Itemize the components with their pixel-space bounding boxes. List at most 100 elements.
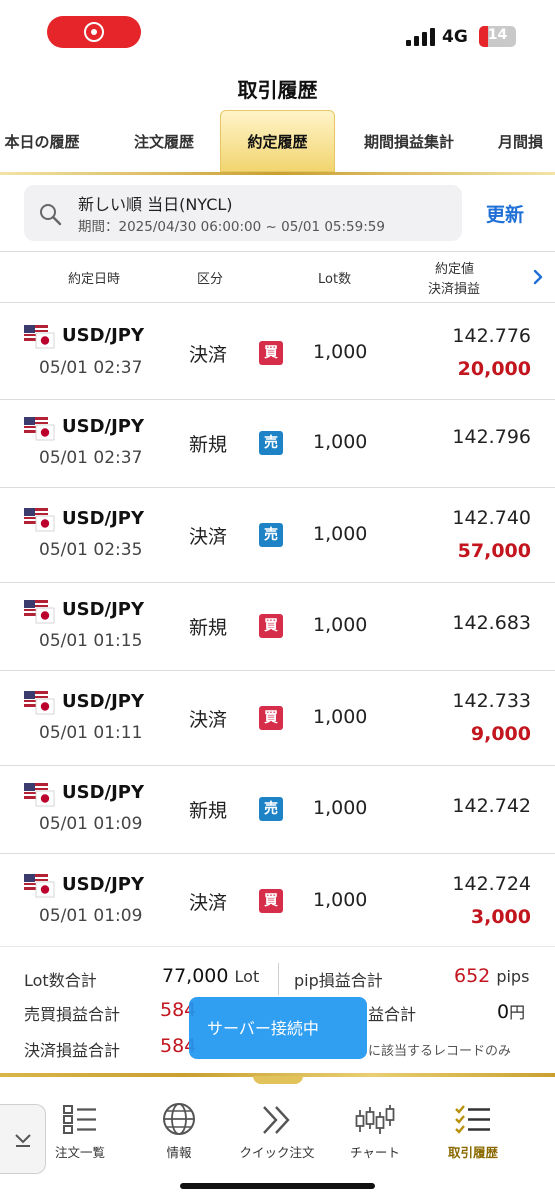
header-datetime: 約定日時 [68,272,121,287]
table-row[interactable]: USD/JPY 05/01 01:15 新規 買 1,000 142.683 [0,583,555,671]
trade-kind: 決済 [189,709,228,731]
nav-label: チャート [350,1145,400,1160]
execution-list: USD/JPY 05/01 02:37 決済 買 1,000 142.776 2… [0,303,555,944]
currency-pair: USD/JPY [62,599,145,620]
currency-pair: USD/JPY [62,782,145,803]
currency-pair: USD/JPY [62,416,145,437]
trade-kind: 新規 [189,434,228,456]
page-title: 取引履歴 [237,78,318,102]
nav-quick-order[interactable]: クイック注文 [229,1104,325,1166]
side-badge: 買 [259,341,283,365]
trade-kind: 決済 [189,892,228,914]
table-row[interactable]: USD/JPY 05/01 01:09 新規 売 1,000 142.742 [0,766,555,854]
currency-pair: USD/JPY [62,325,145,346]
refresh-button[interactable]: 更新 [486,200,524,227]
divider [0,251,555,252]
usd-jpy-flag-icon [24,508,55,532]
table-row[interactable]: USD/JPY 05/01 01:09 決済 買 1,000 142.724 3… [0,854,555,944]
lot-amount: 1,000 [313,341,368,363]
nav-order-list[interactable]: 注文一覧 [32,1104,128,1166]
table-row[interactable]: USD/JPY 05/01 02:37 新規 売 1,000 142.796 [0,400,555,488]
lot-amount: 1,000 [313,431,368,453]
nav-chart[interactable]: チャート [327,1104,423,1166]
execution-time: 05/01 01:15 [39,631,143,651]
pip-total-value: 652 pips [454,965,530,987]
screen-recording-indicator[interactable] [47,16,141,48]
tab-today-history[interactable]: 本日の履歴 [0,110,88,172]
side-badge: 買 [259,706,283,730]
status-bar: 4G 14 [0,0,555,62]
execution-price: 142.776 [452,325,531,347]
swap-total-value: 0円 [497,1001,526,1023]
side-badge: 売 [259,523,283,547]
server-connecting-toast: サーバー接続中 [189,997,367,1059]
execution-price: 142.742 [452,795,531,817]
header-price: 約定値 [435,262,475,277]
trade-kind: 決済 [189,344,228,366]
usd-jpy-flag-icon [24,874,55,898]
execution-time: 05/01 02:35 [39,540,143,560]
header-pl: 決済損益 [428,282,481,297]
usd-jpy-flag-icon [24,325,55,349]
chevron-right-icon[interactable] [530,268,546,286]
battery-level: 14 [487,27,508,43]
side-badge: 買 [259,889,283,913]
pip-total-label: pip損益合計 [294,971,383,990]
lot-amount: 1,000 [313,706,368,728]
filter-sort-condition: 新しい順 当日(NYCL) [78,195,233,214]
settlement-pl: 20,000 [457,358,531,380]
filter-search-box[interactable]: 新しい順 当日(NYCL) 期間：2025/04/30 06:00:00 ~ 0… [24,185,462,241]
nav-label: 情報 [166,1145,192,1160]
settlement-pl: 57,000 [457,540,531,562]
lot-unit: Lot [234,967,260,986]
pip-unit: pips [496,967,530,986]
tab-execution-history[interactable]: 約定履歴 [220,110,335,172]
tab-period-pl-summary[interactable]: 期間損益集計 [350,110,468,172]
trade-kind: 決済 [189,526,228,548]
currency-pair: USD/JPY [62,874,145,895]
summary-note: に該当するレコードのみ [368,1044,512,1059]
table-header: 約定日時 区分 Lot数 約定値 決済損益 [0,254,555,302]
lot-amount: 1,000 [313,889,368,911]
nav-trade-history[interactable]: 取引履歴 [425,1104,521,1166]
table-row[interactable]: USD/JPY 05/01 01:11 決済 買 1,000 142.733 9… [0,671,555,766]
home-indicator[interactable] [180,1183,375,1189]
currency-pair: USD/JPY [62,691,145,712]
tab-bar: 本日の履歴 注文履歴 約定履歴 期間損益集計 月間損 [0,110,555,174]
nav-info[interactable]: 情報 [131,1103,227,1166]
table-row[interactable]: USD/JPY 05/01 02:37 決済 買 1,000 142.776 2… [0,303,555,400]
usd-jpy-flag-icon [24,600,55,624]
execution-time: 05/01 01:11 [39,723,143,743]
signal-strength-icon [406,28,436,46]
execution-time: 05/01 01:09 [39,814,143,834]
execution-price: 142.683 [452,612,531,634]
settlement-pl: 9,000 [470,723,531,745]
tab-monthly-pl[interactable]: 月間損 [498,110,555,172]
usd-jpy-flag-icon [24,417,55,441]
candlestick-icon [355,1105,395,1134]
execution-price: 142.740 [452,507,531,529]
lot-amount: 1,000 [313,797,368,819]
execution-time: 05/01 02:37 [39,448,143,468]
yen-unit: 円 [509,1003,526,1022]
nav-label: クイック注文 [239,1145,315,1160]
usd-jpy-flag-icon [24,691,55,715]
settle-pl-total-label: 決済損益合計 [24,1041,121,1060]
panel-handle[interactable] [253,1076,303,1084]
currency-pair: USD/JPY [62,508,145,529]
execution-time: 05/01 02:37 [39,358,143,378]
swap-total-label: 益合計 [368,1005,417,1024]
lot-amount: 1,000 [313,614,368,636]
tab-order-history[interactable]: 注文履歴 [118,110,210,172]
trade-pl-total-label: 売買損益合計 [24,1005,121,1024]
header-lot: Lot数 [318,272,352,287]
lot-total-label: Lot数合計 [24,971,97,990]
execution-price: 142.724 [452,873,531,895]
trade-kind: 新規 [189,800,228,822]
network-type: 4G [442,27,468,47]
usd-jpy-flag-icon [24,783,55,807]
checklist-icon [455,1105,490,1134]
search-icon [40,204,62,226]
nav-label: 注文一覧 [54,1145,105,1160]
table-row[interactable]: USD/JPY 05/01 02:35 決済 売 1,000 142.740 5… [0,488,555,583]
